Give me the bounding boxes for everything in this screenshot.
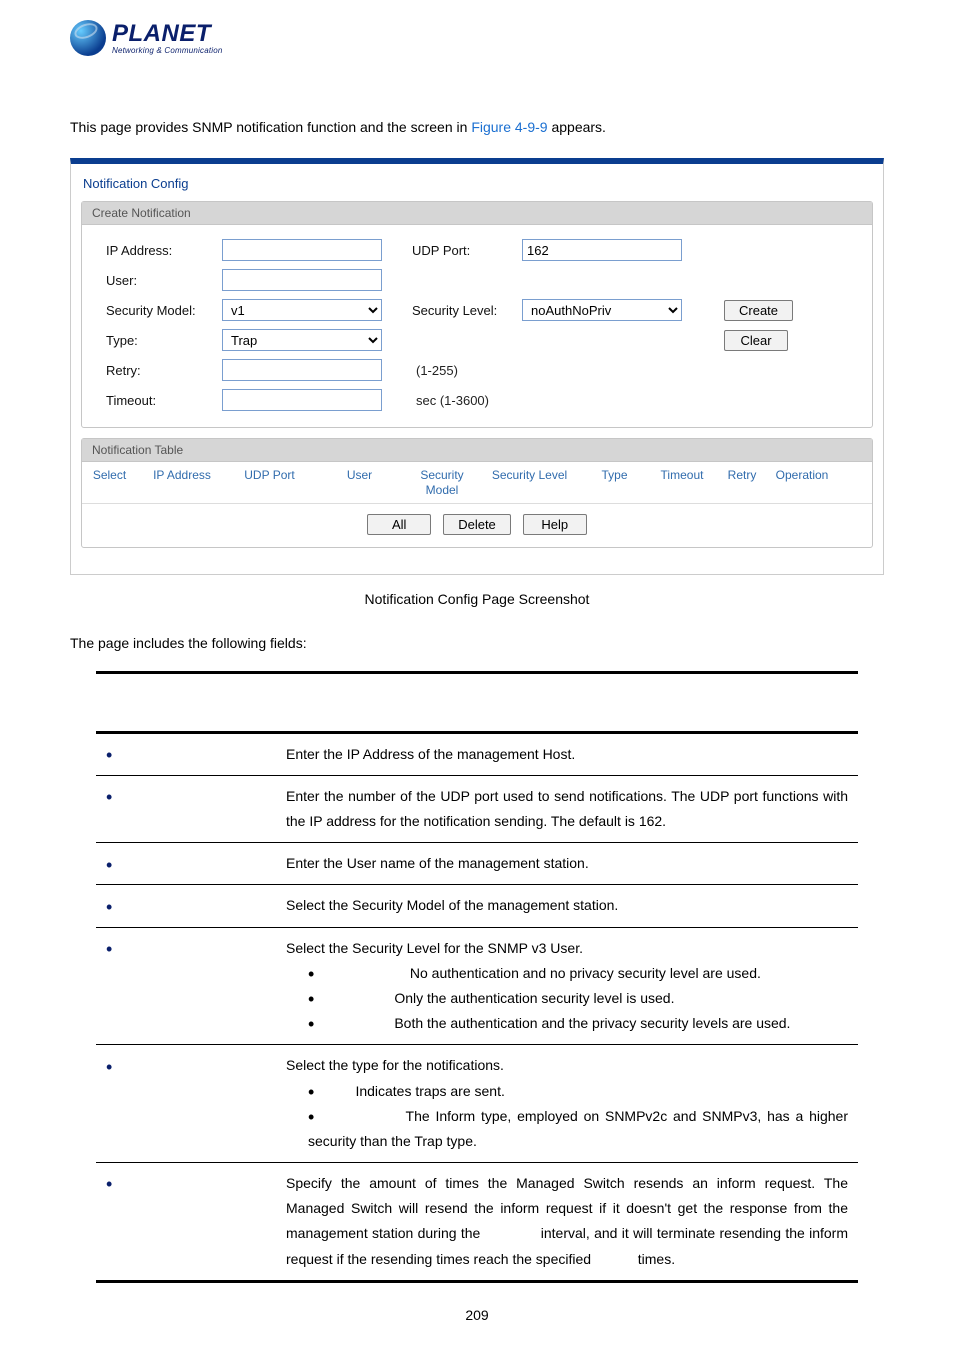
row-desc: Select the Security Level for the SNMP v… [276,927,858,1045]
col-security-level: Security Level [477,468,582,497]
logo-text: PLANET [112,22,223,46]
col-retry: Retry [717,468,767,497]
type-label: Type: [82,333,222,348]
row-object: • [96,843,276,885]
row-object: • [96,775,276,842]
figure-reference: Figure 4-9-9 [471,119,547,135]
page-number: 209 [0,1283,954,1323]
create-notification-header: Create Notification [82,202,872,225]
row-desc: Specify the amount of times the Managed … [276,1163,858,1282]
logo-globe-icon [70,20,106,56]
user-label: User: [82,273,222,288]
row-object: • [96,732,276,775]
timeout-label: Timeout: [82,393,222,408]
retry-label: Retry: [82,363,222,378]
clear-button[interactable]: Clear [724,330,788,351]
timeout-hint: sec (1-3600) [412,393,489,408]
row-object: • [96,1045,276,1163]
table-row: • Enter the number of the UDP port used … [96,775,858,842]
user-input[interactable] [222,269,382,291]
retry-input[interactable] [222,359,382,381]
col-udp-port: UDP Port [227,468,312,497]
security-level-label: Security Level: [412,303,522,318]
field-description-table: • Enter the IP Address of the management… [96,671,858,1283]
notification-table-panel: Notification Table Select IP Address UDP… [81,438,873,548]
row-object: • [96,927,276,1045]
udp-port-label: UDP Port: [412,243,522,258]
ip-address-input[interactable] [222,239,382,261]
create-notification-panel: Create Notification IP Address: UDP Port… [81,201,873,428]
ip-address-label: IP Address: [82,243,222,258]
logo-tagline: Networking & Communication [112,46,223,55]
help-button[interactable]: Help [523,514,587,535]
col-user: User [312,468,407,497]
table-row: • Enter the User name of the management … [96,843,858,885]
table-row: • Enter the IP Address of the management… [96,732,858,775]
table-row: • Select the type for the notifications.… [96,1045,858,1163]
security-model-label: Security Model: [82,303,222,318]
row-object: • [96,885,276,927]
row-object: • [96,1163,276,1282]
row-desc: Select the Security Model of the managem… [276,885,858,927]
intro-text: This page provides SNMP notification fun… [0,56,954,158]
all-button[interactable]: All [367,514,431,535]
security-level-select[interactable]: noAuthNoPriv [522,299,682,321]
table-header-row: Select IP Address UDP Port User Security… [82,462,872,504]
col-operation: Operation [767,468,837,497]
notification-table-header: Notification Table [82,439,872,462]
table-row: • Select the Security Model of the manag… [96,885,858,927]
panel-title: Notification Config [81,172,873,201]
col-type: Type [582,468,647,497]
security-model-select[interactable]: v1 [222,299,382,321]
col-select: Select [82,468,137,497]
col-ip: IP Address [137,468,227,497]
row-desc: Enter the User name of the management st… [276,843,858,885]
type-select[interactable]: Trap [222,329,382,351]
row-desc: Select the type for the notifications. •… [276,1045,858,1163]
retry-hint: (1-255) [412,363,458,378]
table-row: • Specify the amount of times the Manage… [96,1163,858,1282]
notification-config-screenshot: Notification Config Create Notification … [70,158,884,575]
screenshot-caption: Notification Config Page Screenshot [0,575,954,607]
row-desc: Enter the IP Address of the management H… [276,732,858,775]
row-desc: Enter the number of the UDP port used to… [276,775,858,842]
col-timeout: Timeout [647,468,717,497]
fields-intro: The page includes the following fields: [0,607,954,661]
delete-button[interactable]: Delete [443,514,511,535]
create-button[interactable]: Create [724,300,793,321]
brand-logo: PLANET Networking & Communication [0,0,954,56]
timeout-input[interactable] [222,389,382,411]
table-row: • Select the Security Level for the SNMP… [96,927,858,1045]
col-security-model: SecurityModel [407,468,477,497]
udp-port-input[interactable] [522,239,682,261]
